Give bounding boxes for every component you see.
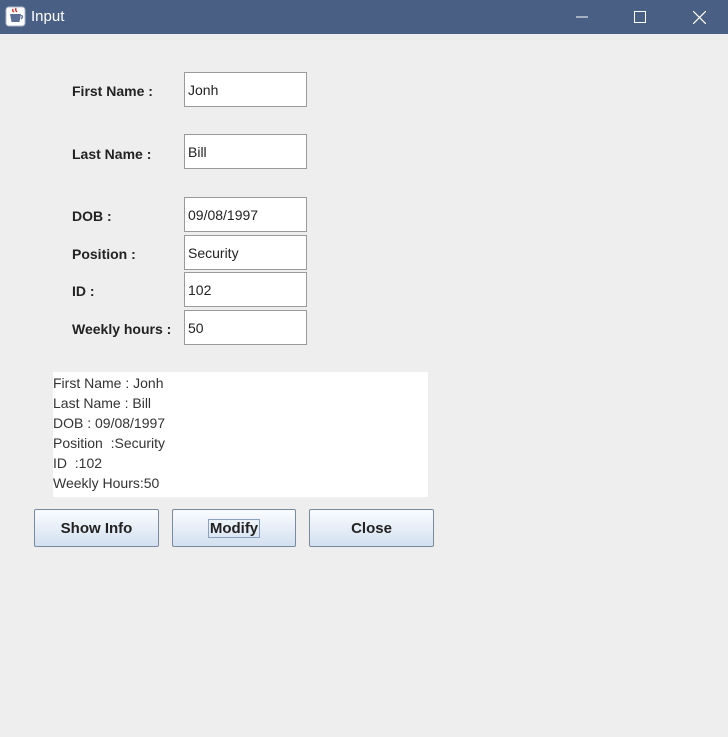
- minimize-icon: [576, 16, 588, 18]
- minimize-button[interactable]: [553, 0, 611, 34]
- window-close-button[interactable]: [670, 0, 728, 34]
- modify-button-label: Modify: [207, 518, 261, 538]
- maximize-button[interactable]: [611, 0, 669, 34]
- weekly-hours-label: Weekly hours :: [72, 321, 172, 337]
- first-name-field[interactable]: [184, 72, 307, 107]
- first-name-label: First Name :: [72, 83, 153, 99]
- info-line: Weekly Hours:50: [53, 475, 160, 491]
- close-button[interactable]: Close: [309, 509, 434, 547]
- modify-button[interactable]: Modify: [172, 509, 296, 547]
- dob-field[interactable]: [184, 197, 307, 232]
- show-info-button-label: Show Info: [60, 519, 133, 537]
- last-name-label: Last Name :: [72, 146, 152, 162]
- last-name-field[interactable]: [184, 134, 307, 169]
- info-line: First Name : Jonh: [53, 375, 164, 391]
- dob-label: DOB :: [72, 208, 112, 224]
- info-line: DOB : 09/08/1997: [53, 415, 166, 431]
- close-icon: [692, 10, 706, 24]
- java-cup-icon: [5, 6, 26, 27]
- id-label: ID :: [72, 283, 95, 299]
- position-field[interactable]: [184, 235, 307, 270]
- info-line: Last Name : Bill: [53, 395, 152, 411]
- info-text-area[interactable]: First Name : Jonh Last Name : Bill DOB :…: [53, 372, 428, 497]
- close-button-label: Close: [351, 519, 392, 537]
- maximize-icon: [634, 11, 646, 23]
- show-info-button[interactable]: Show Info: [34, 509, 159, 547]
- weekly-hours-field[interactable]: [184, 310, 307, 345]
- id-field[interactable]: [184, 272, 307, 307]
- position-label: Position :: [72, 246, 136, 262]
- info-line: Position :Security: [53, 435, 166, 451]
- info-line: ID :102: [53, 455, 103, 471]
- title-bar[interactable]: Input: [0, 0, 728, 34]
- window-title: Input: [31, 8, 65, 25]
